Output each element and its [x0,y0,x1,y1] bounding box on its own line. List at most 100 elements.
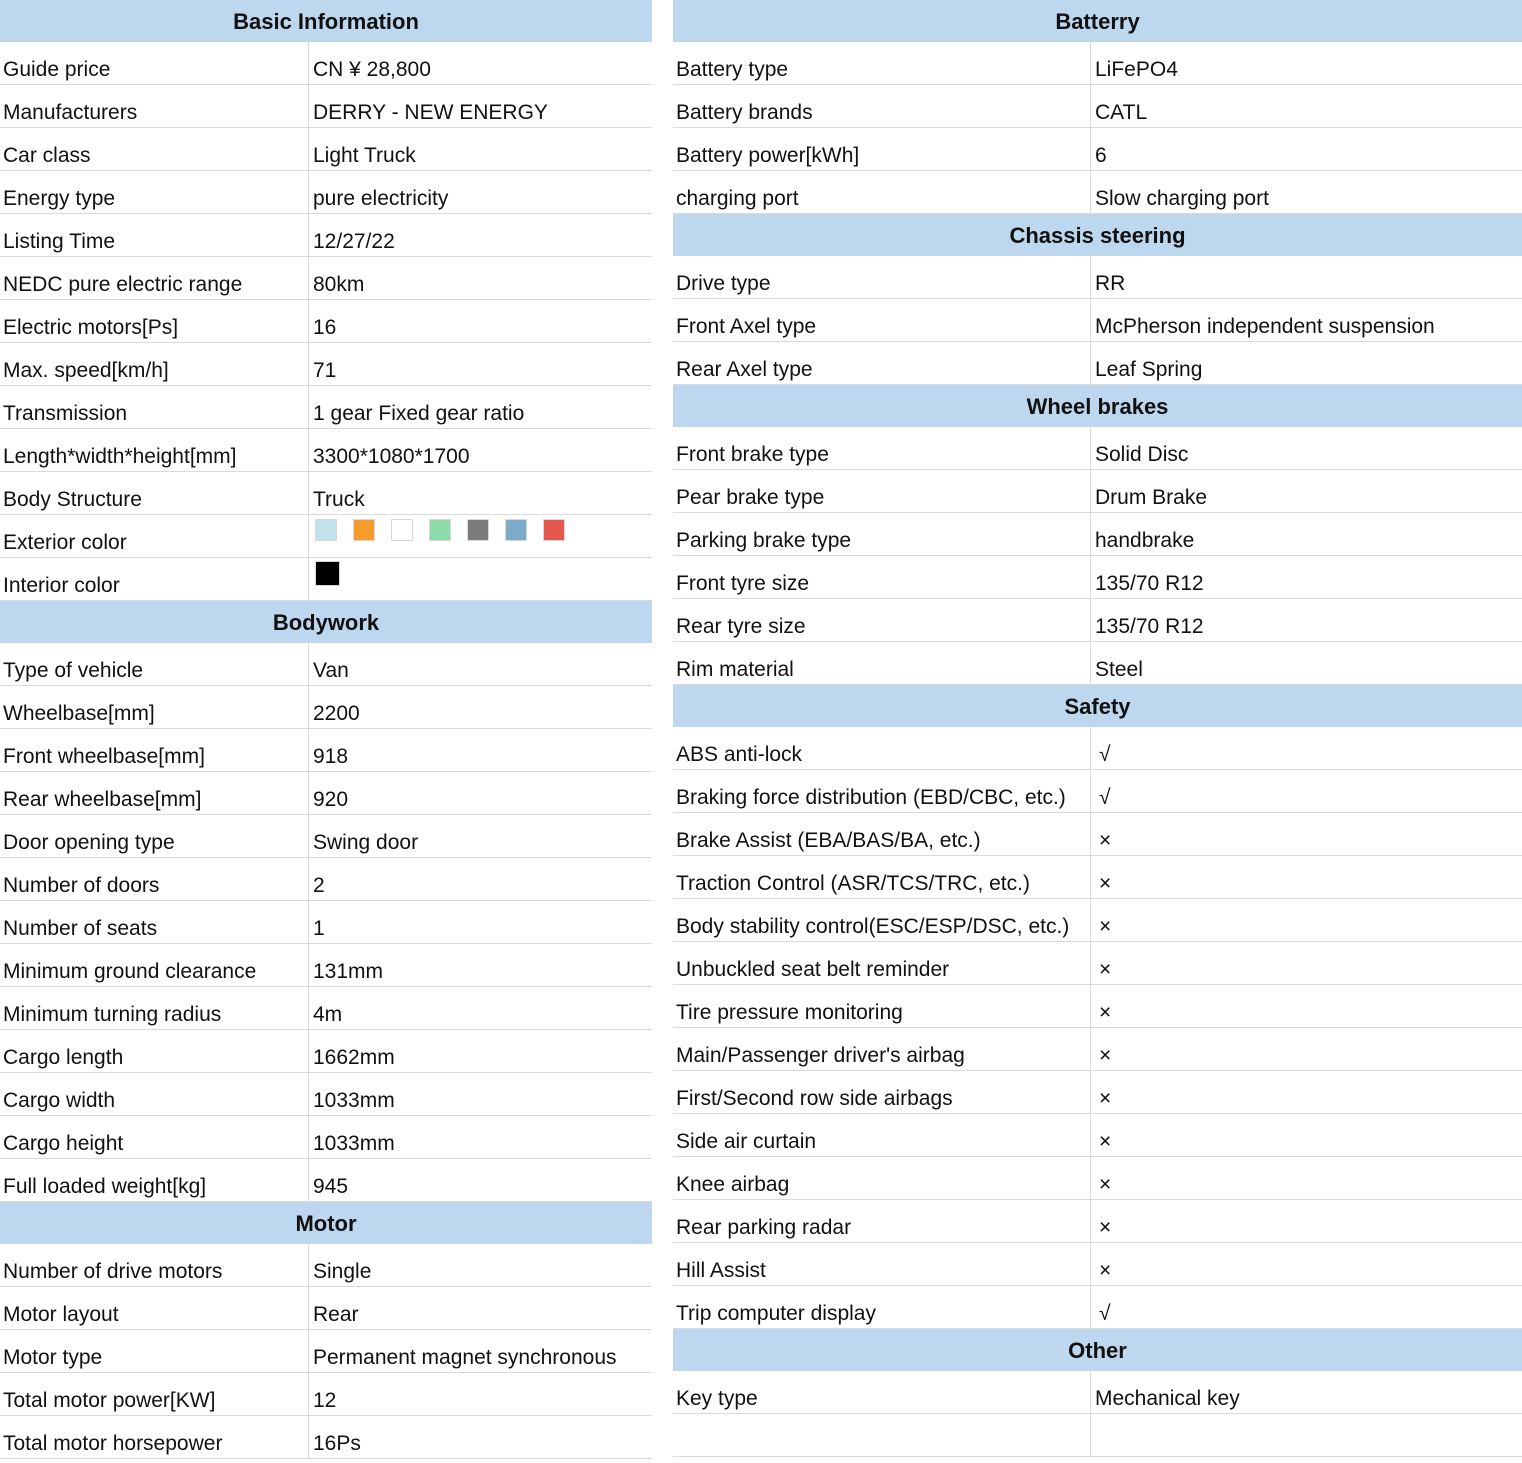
cross-mark-value: × [1099,915,1112,938]
spec-row: Front brake type Solid Disc [673,427,1522,470]
spec-label: Total motor horsepower [0,1416,309,1458]
left-spec-table: Basic Information Guide price CN ¥ 28,800 M… [0,0,652,1459]
spec-label: Body Structure [0,472,309,514]
spec-label: Full loaded weight[kg] [0,1159,309,1201]
spec-row: Cargo width 1033mm [0,1073,652,1116]
cross-mark-value: × [1099,1173,1112,1196]
spec-value: 1033mm [313,1132,395,1155]
spec-row: Unbuckled seat belt reminder × [673,942,1522,985]
spec-label: Front tyre size [673,556,1091,598]
spec-label: Cargo length [0,1030,309,1072]
spec-label: Cargo width [0,1073,309,1115]
spec-row [673,1414,1522,1457]
spec-value: Swing door [313,831,419,854]
spec-label: Number of drive motors [0,1244,309,1286]
spec-label: Minimum ground clearance [0,944,309,986]
spec-value: Mechanical key [1095,1387,1240,1410]
section-header-bodywork: Bodywork [0,601,652,643]
spec-label: Guide price [0,42,309,84]
spec-value: Light Truck [313,144,416,167]
color-swatch [315,560,340,586]
spec-value: Van [313,659,349,682]
spec-label: Rim material [673,642,1091,684]
cross-mark-value: × [1099,1087,1112,1110]
color-swatch [315,519,337,541]
spec-row: Body Structure Truck [0,472,652,515]
spec-row: Rim material Steel [673,642,1522,685]
cross-mark-value: × [1099,1259,1112,1282]
spec-value: handbrake [1095,529,1195,552]
color-swatch [505,519,527,541]
section-header-basic-information: Basic Information [0,0,652,42]
spec-row: Door opening type Swing door [0,815,652,858]
spec-label: First/Second row side airbags [673,1071,1091,1113]
swatch-list [313,515,565,555]
spec-label: Braking force distribution (EBD/CBC, etc… [673,770,1091,812]
spec-value: 1033mm [313,1089,395,1112]
cross-mark-value: × [1099,1001,1112,1024]
spec-label: NEDC pure electric range [0,257,309,299]
spec-label: Pear brake type [673,470,1091,512]
spec-label: Battery brands [673,85,1091,127]
spec-value: Permanent magnet synchronous [313,1346,617,1369]
spec-row: ABS anti-lock √ [673,727,1522,770]
spec-row: Knee airbag × [673,1157,1522,1200]
spec-label: Battery type [673,42,1091,84]
spec-row: Traction Control (ASR/TCS/TRC, etc.) × [673,856,1522,899]
spec-row: Cargo length 1662mm [0,1030,652,1073]
spec-value [1091,1414,1522,1456]
spec-value: 6 [1095,144,1107,167]
spec-label [673,1414,1091,1456]
spec-label: Hill Assist [673,1243,1091,1285]
section-header-motor: Motor [0,1202,652,1244]
spec-label: Unbuckled seat belt reminder [673,942,1091,984]
spec-row: Max. speed[km/h] 71 [0,343,652,386]
check-mark-value: √ [1099,1302,1111,1325]
spec-label: Parking brake type [673,513,1091,555]
spec-label: Energy type [0,171,309,213]
spec-value: DERRY - NEW ENERGY [313,101,548,124]
spec-row: Guide price CN ¥ 28,800 [0,42,652,85]
spec-row: Front Axel type McPherson independent sus… [673,299,1522,342]
spec-row: Energy type pure electricity [0,171,652,214]
spec-label: Number of doors [0,858,309,900]
spec-label: Manufacturers [0,85,309,127]
spec-row: Key type Mechanical key [673,1371,1522,1414]
spec-row: Pear brake type Drum Brake [673,470,1522,513]
spec-value: RR [1095,272,1126,295]
spec-label: Transmission [0,386,309,428]
spec-value: Slow charging port [1095,187,1269,210]
spec-label: Brake Assist (EBA/BAS/BA, etc.) [673,813,1091,855]
spec-label: Rear tyre size [673,599,1091,641]
spec-value: 3300*1080*1700 [313,445,470,468]
spec-label: Motor type [0,1330,309,1372]
spec-row: Electric motors[Ps] 16 [0,300,652,343]
spec-label: Total motor power[KW] [0,1373,309,1415]
spec-value: Leaf Spring [1095,358,1203,381]
spec-label: Rear Axel type [673,342,1091,384]
spec-row: Rear parking radar × [673,1200,1522,1243]
spec-label: Interior color [0,558,309,600]
spec-label: Max. speed[km/h] [0,343,309,385]
spec-value: 945 [313,1175,349,1198]
spec-label: Key type [673,1371,1091,1413]
spec-row: Drive type RR [673,256,1522,299]
spec-row: Brake Assist (EBA/BAS/BA, etc.) × [673,813,1522,856]
spec-row: NEDC pure electric range 80km [0,257,652,300]
spec-row: Rear tyre size 135/70 R12 [673,599,1522,642]
spec-value: pure electricity [313,187,449,210]
spec-row: Rear Axel type Leaf Spring [673,342,1522,385]
spec-row: Transmission 1 gear Fixed gear ratio [0,386,652,429]
spec-label: Length*width*height[mm] [0,429,309,471]
spec-row: Battery type LiFePO4 [673,42,1522,85]
spec-value: CN ¥ 28,800 [313,58,431,81]
check-mark-value: √ [1099,743,1111,766]
spec-label: Cargo height [0,1116,309,1158]
spec-row: charging port Slow charging port [673,171,1522,214]
spec-label: Front brake type [673,427,1091,469]
spec-value: Steel [1095,658,1143,681]
spec-label: Number of seats [0,901,309,943]
spec-row: Braking force distribution (EBD/CBC, etc… [673,770,1522,813]
section-header-wheel-brakes: Wheel brakes [673,385,1522,427]
color-swatch [353,519,375,541]
